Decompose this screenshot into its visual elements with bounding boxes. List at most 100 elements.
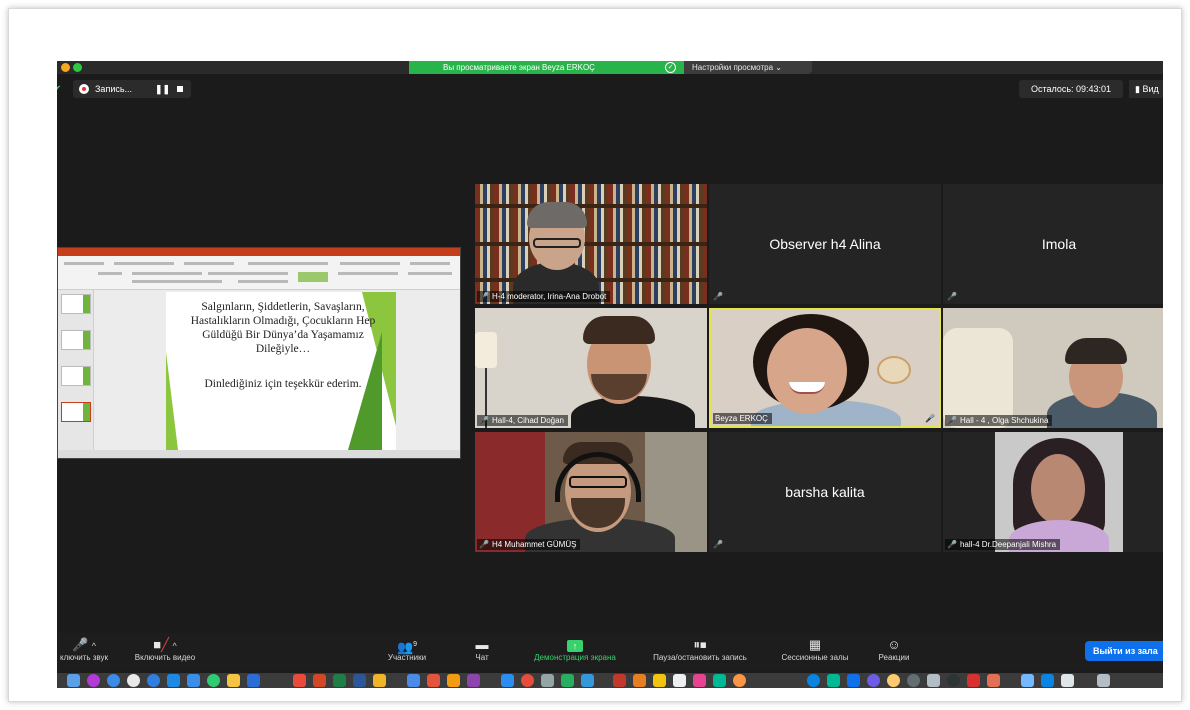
participant-name: Beyza ERKOÇ (715, 414, 768, 423)
dock-app-icon[interactable] (887, 674, 900, 687)
stop-recording-button[interactable] (177, 86, 183, 92)
participant-tile[interactable]: barsha kalita 🎤 (709, 432, 941, 552)
dock-app-icon[interactable] (467, 674, 480, 687)
share-screen-icon: ↑ (517, 637, 633, 653)
dock-app-icon[interactable] (167, 674, 180, 687)
slide-thumbnail[interactable] (61, 366, 91, 386)
dock-app-icon[interactable] (581, 674, 594, 687)
dock-app-icon[interactable] (187, 674, 200, 687)
unmute-button[interactable]: 🎤 ^ ключить звук (57, 637, 117, 662)
breakout-rooms-icon: ▦ (808, 637, 822, 652)
participants-button[interactable]: 👥9 Участники (377, 637, 437, 662)
dock-app-icon[interactable] (867, 674, 880, 687)
dock-app-icon[interactable] (927, 674, 940, 687)
pause-stop-recording-button[interactable]: ⏸⏹ Пауза/остановить запись (637, 637, 763, 662)
participant-tile[interactable]: 🎤 Hall - 4 , Olga Shchukina (943, 308, 1163, 428)
breakout-rooms-button[interactable]: ▦ Сессионные залы (769, 637, 861, 662)
start-video-button[interactable]: ■╱ ^ Включить видео (123, 637, 207, 662)
participant-name: Hall-4, Cihad Doğan (491, 416, 565, 425)
participant-tile[interactable]: 🎤 H-4 moderator, Irina-Ana Drobot (475, 184, 707, 304)
powerpoint-statusbar (58, 450, 460, 458)
dock-app-icon[interactable] (733, 674, 746, 687)
participant-tile[interactable]: 🎤 hall-4 Dr.Deepanjali Mishra (943, 432, 1163, 552)
dock-app-icon[interactable] (247, 674, 260, 687)
dock-app-icon[interactable] (407, 674, 420, 687)
dock-app-icon[interactable] (333, 674, 346, 687)
dock-app-icon[interactable] (847, 674, 860, 687)
participant-face (767, 328, 847, 414)
dock-app-icon[interactable] (1021, 674, 1034, 687)
dock-app-icon[interactable] (521, 674, 534, 687)
slide-thumbnails-panel[interactable] (58, 290, 94, 450)
participant-name-tag: 🎤 Hall - 4 , Olga Shchukina (945, 415, 1053, 426)
participant-tile[interactable]: Imola 🎤 (943, 184, 1163, 304)
slide-main-text: Salgınların, Şiddetlerin, Savaşların, Ha… (190, 301, 376, 355)
participant-name-center: Observer h4 Alina (769, 236, 881, 252)
participant-tile[interactable]: 🎤 H4 Muhammet GÜMÜŞ (475, 432, 707, 552)
slide-thumbnail[interactable] (61, 330, 91, 350)
dock-app-icon[interactable] (1041, 674, 1054, 687)
dock-app-icon[interactable] (827, 674, 840, 687)
participant-name: Hall - 4 , Olga Shchukina (959, 416, 1049, 425)
dock-app-icon[interactable] (207, 674, 220, 687)
dock-app-icon[interactable] (613, 674, 626, 687)
dock-app-icon[interactable] (561, 674, 574, 687)
dock-app-icon[interactable] (673, 674, 686, 687)
trash-icon[interactable] (1097, 674, 1110, 687)
dock-app-icon[interactable] (147, 674, 160, 687)
top-status-row: ✔ Запись... ❚❚ Осталось: 09:43:01 ▮ Вид (57, 74, 1163, 104)
screen-share-bar: Вы просматриваете экран Beyza ERKOÇ ✓ На… (57, 61, 1163, 74)
dock-app-icon[interactable] (447, 674, 460, 687)
participant-tile[interactable]: Observer h4 Alina 🎤 (709, 184, 941, 304)
check-icon: ✓ (665, 62, 676, 73)
dock-app-icon[interactable] (313, 674, 326, 687)
reactions-button[interactable]: ☺ Реакции (869, 637, 919, 662)
recording-indicator: Запись... ❚❚ (73, 80, 191, 98)
participant-name-tag: 🎤 H4 Muhammet GÜMÜŞ (477, 539, 581, 550)
participant-name-center: barsha kalita (785, 484, 865, 500)
dock-app-icon[interactable] (87, 674, 100, 687)
view-options-button[interactable]: Настройки просмотра ⌄ (684, 61, 812, 74)
dock-app-icon[interactable] (987, 674, 1000, 687)
dock-app-icon[interactable] (713, 674, 726, 687)
window-zoom-dot[interactable] (73, 63, 82, 72)
dock-app-icon[interactable] (427, 674, 440, 687)
slide-thumbnail[interactable] (61, 294, 91, 314)
leave-meeting-button[interactable]: Выйти из зала (1085, 641, 1163, 661)
dock-app-icon[interactable] (67, 674, 80, 687)
dock-app-icon[interactable] (1061, 674, 1074, 687)
video-off-icon: ■╱ ^ (153, 637, 177, 652)
pause-recording-button[interactable]: ❚❚ (155, 80, 170, 98)
dock-app-icon[interactable] (947, 674, 960, 687)
dock-app-icon[interactable] (967, 674, 980, 687)
dock-app-icon[interactable] (653, 674, 666, 687)
view-layout-button[interactable]: ▮ Вид (1129, 80, 1163, 98)
chat-button[interactable]: ▬ Чат (465, 637, 499, 662)
lamp-shade (475, 332, 497, 368)
dock-app-icon[interactable] (693, 674, 706, 687)
dock-app-icon[interactable] (501, 674, 514, 687)
slide-thumbnail[interactable] (61, 402, 91, 422)
dock-app-icon[interactable] (373, 674, 386, 687)
share-screen-button[interactable]: ↑ Демонстрация экрана (517, 637, 633, 662)
participant-tile-active-speaker[interactable]: Beyza ERKOÇ 🎤 (709, 308, 941, 428)
recording-label: Запись... (95, 84, 133, 94)
dock-app-icon[interactable] (633, 674, 646, 687)
dock-app-icon[interactable] (293, 674, 306, 687)
dock-app-icon[interactable] (541, 674, 554, 687)
muted-mic-icon: 🎤 (479, 540, 489, 549)
participant-name-center: Imola (1041, 236, 1077, 252)
dock-app-icon[interactable] (227, 674, 240, 687)
dock-app-icon[interactable] (907, 674, 920, 687)
view-options-label: Настройки просмотра (692, 63, 774, 72)
dock-app-icon[interactable] (353, 674, 366, 687)
security-shield-icon[interactable]: ✔ (57, 84, 63, 95)
dock-app-icon[interactable] (127, 674, 140, 687)
dock-app-icon[interactable] (807, 674, 820, 687)
slide-thanks-text: Dinlediğiniz için teşekkür ederim. (204, 378, 362, 390)
participant-tile[interactable]: 🎤 Hall-4, Cihad Doğan (475, 308, 707, 428)
muted-mic-icon: 🎤 (947, 540, 957, 549)
dock-app-icon[interactable] (107, 674, 120, 687)
muted-mic-icon: 🎤 (479, 416, 489, 425)
window-close-dot[interactable] (61, 63, 70, 72)
